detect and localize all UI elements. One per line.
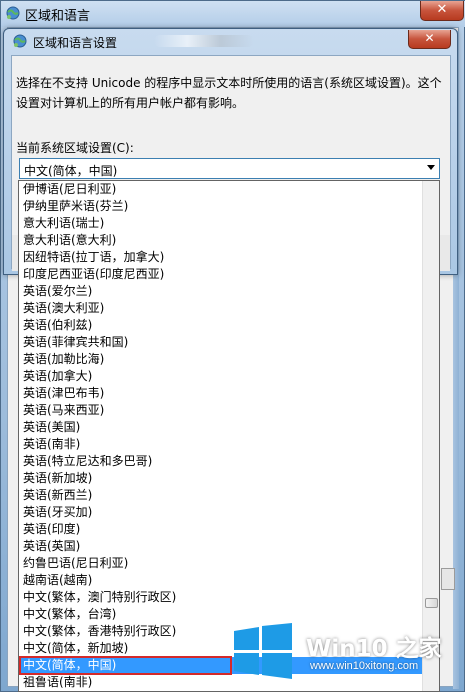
- locale-option[interactable]: 英语(新西兰): [19, 487, 422, 504]
- locale-option[interactable]: 英语(马来西亚): [19, 402, 422, 419]
- globe-icon: [13, 34, 27, 48]
- partial-button[interactable]: [441, 568, 455, 590]
- locale-option[interactable]: 英语(特立尼达和多巴哥): [19, 453, 422, 470]
- locale-dropdown-list[interactable]: 伊博语(尼日利亚) 伊纳里萨米语(芬兰) 意大利语(瑞士) 意大利语(意大利) 因纽特语…: [18, 180, 440, 692]
- dropdown-scrollbar[interactable]: [422, 181, 439, 691]
- locale-select[interactable]: 中文(简体，中国): [19, 158, 440, 179]
- outer-titlebar[interactable]: 区域和语言: [1, 1, 465, 27]
- locale-label: 当前系统区域设置(C):: [16, 141, 134, 155]
- outer-window-title: 区域和语言: [25, 9, 91, 24]
- locale-option[interactable]: 越南语(越南): [19, 572, 422, 589]
- locale-option[interactable]: 中文(繁体，澳门特别行政区): [19, 589, 422, 606]
- locale-option[interactable]: 英语(美国): [19, 419, 422, 436]
- locale-option[interactable]: 中文(繁体，台湾): [19, 606, 422, 623]
- locale-option[interactable]: 英语(爱尔兰): [19, 283, 422, 300]
- locale-option[interactable]: 印度尼西亚语(印度尼西亚): [19, 266, 422, 283]
- windows-logo-icon: [234, 623, 292, 679]
- watermark-url: www.win10xitong.com: [310, 660, 419, 672]
- title-blur: [154, 35, 254, 47]
- locale-option[interactable]: 约鲁巴语(尼日利亚): [19, 555, 422, 572]
- watermark: Win10 之家 www.win10xitong.com: [232, 623, 457, 683]
- locale-option[interactable]: 伊纳里萨米语(芬兰): [19, 198, 422, 215]
- locale-option[interactable]: 意大利语(瑞士): [19, 215, 422, 232]
- dialog-close-button[interactable]: ✕: [408, 30, 451, 49]
- locale-options: 伊博语(尼日利亚) 伊纳里萨米语(芬兰) 意大利语(瑞士) 意大利语(意大利) 因纽特语…: [19, 181, 422, 691]
- locale-option[interactable]: 因纽特语(拉丁语，加拿大): [19, 249, 422, 266]
- locale-option[interactable]: 英语(澳大利亚): [19, 300, 422, 317]
- globe-icon: [6, 6, 20, 20]
- locale-option[interactable]: 伊博语(尼日利亚): [19, 181, 422, 198]
- locale-option[interactable]: 英语(津巴布韦): [19, 385, 422, 402]
- locale-option[interactable]: 英语(印度): [19, 521, 422, 538]
- dialog-title: 区域和语言设置: [33, 36, 118, 50]
- locale-select-value: 中文(简体，中国): [24, 164, 118, 178]
- outer-close-button[interactable]: ✕: [420, 1, 464, 21]
- locale-option[interactable]: 英语(牙买加): [19, 504, 422, 521]
- watermark-brand: Win10 之家: [306, 636, 442, 662]
- locale-option[interactable]: 英语(加勒比海): [19, 351, 422, 368]
- scrollbar-thumb[interactable]: [425, 598, 438, 608]
- locale-option[interactable]: 英语(南非): [19, 436, 422, 453]
- locale-option[interactable]: 英语(英国): [19, 538, 422, 555]
- locale-option[interactable]: 意大利语(意大利): [19, 232, 422, 249]
- dialog-description: 选择在不支持 Unicode 的程序中显示文本时所使用的语言(系统区域设置)。这…: [16, 76, 442, 110]
- chevron-down-icon[interactable]: [427, 165, 435, 170]
- locale-option[interactable]: 英语(新加坡): [19, 470, 422, 487]
- dialog-titlebar[interactable]: 区域和语言设置: [4, 29, 457, 53]
- locale-option[interactable]: 英语(菲律宾共和国): [19, 334, 422, 351]
- locale-option[interactable]: 英语(加拿大): [19, 368, 422, 385]
- locale-option[interactable]: 英语(伯利兹): [19, 317, 422, 334]
